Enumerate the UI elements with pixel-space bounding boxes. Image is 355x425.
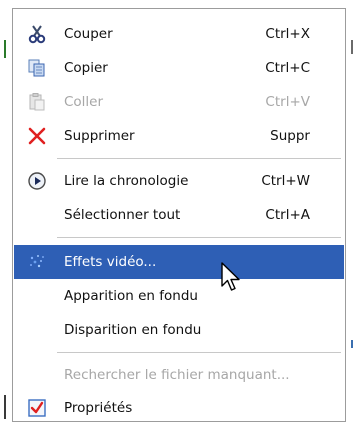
video-effects-icon <box>27 252 47 272</box>
menu-item-label: Supprimer <box>64 128 135 144</box>
menu-item-label: Lire la chronologie <box>64 173 189 189</box>
menu-item-label: Couper <box>64 26 113 42</box>
mouse-cursor-icon <box>221 262 243 294</box>
paste-icon <box>27 92 47 112</box>
menu-item-select-all[interactable]: Sélectionner tout Ctrl+A <box>14 198 344 232</box>
menu-separator <box>57 158 341 160</box>
menu-item-label: Disparition en fondu <box>64 322 202 338</box>
properties-check-icon <box>27 398 47 418</box>
menu-item-label: Propriétés <box>64 400 133 416</box>
menu-item-shortcut: Ctrl+C <box>265 60 310 76</box>
background-right-edge <box>347 0 355 425</box>
menu-item-label: Effets vidéo... <box>64 254 157 270</box>
menu-item-fade-out[interactable]: Disparition en fondu <box>14 313 344 347</box>
menu-item-shortcut: Ctrl+A <box>265 207 310 223</box>
menu-separator <box>57 237 341 239</box>
screen: Couper Ctrl+X Copier Ctrl+C Coller Ctrl+… <box>0 0 355 425</box>
menu-item-find-missing-file: Rechercher le fichier manquant... <box>14 358 344 392</box>
background-left-edge <box>0 0 10 425</box>
menu-item-label: Coller <box>64 94 104 110</box>
menu-item-properties[interactable]: Propriétés <box>14 391 344 425</box>
menu-item-shortcut: Ctrl+W <box>261 173 310 189</box>
menu-separator <box>57 352 341 354</box>
menu-item-label: Apparition en fondu <box>64 288 198 304</box>
menu-item-copy[interactable]: Copier Ctrl+C <box>14 51 344 85</box>
copy-icon <box>27 58 47 78</box>
scissors-icon <box>27 24 47 44</box>
menu-item-video-effects[interactable]: Effets vidéo... <box>14 245 344 279</box>
menu-item-shortcut: Suppr <box>270 128 310 144</box>
menu-item-shortcut: Ctrl+V <box>265 94 310 110</box>
menu-item-delete[interactable]: Supprimer Suppr <box>14 119 344 153</box>
menu-item-label: Copier <box>64 60 108 76</box>
delete-x-icon <box>27 126 47 146</box>
menu-item-fade-in[interactable]: Apparition en fondu <box>14 279 344 313</box>
menu-item-label: Rechercher le fichier manquant... <box>64 367 290 383</box>
menu-item-play-timeline[interactable]: Lire la chronologie Ctrl+W <box>14 164 344 198</box>
menu-item-label: Sélectionner tout <box>64 207 181 223</box>
menu-item-shortcut: Ctrl+X <box>265 26 310 42</box>
play-circle-icon <box>27 171 47 191</box>
menu-item-paste: Coller Ctrl+V <box>14 85 344 119</box>
menu-item-cut[interactable]: Couper Ctrl+X <box>14 17 344 51</box>
context-menu: Couper Ctrl+X Copier Ctrl+C Coller Ctrl+… <box>12 8 346 422</box>
